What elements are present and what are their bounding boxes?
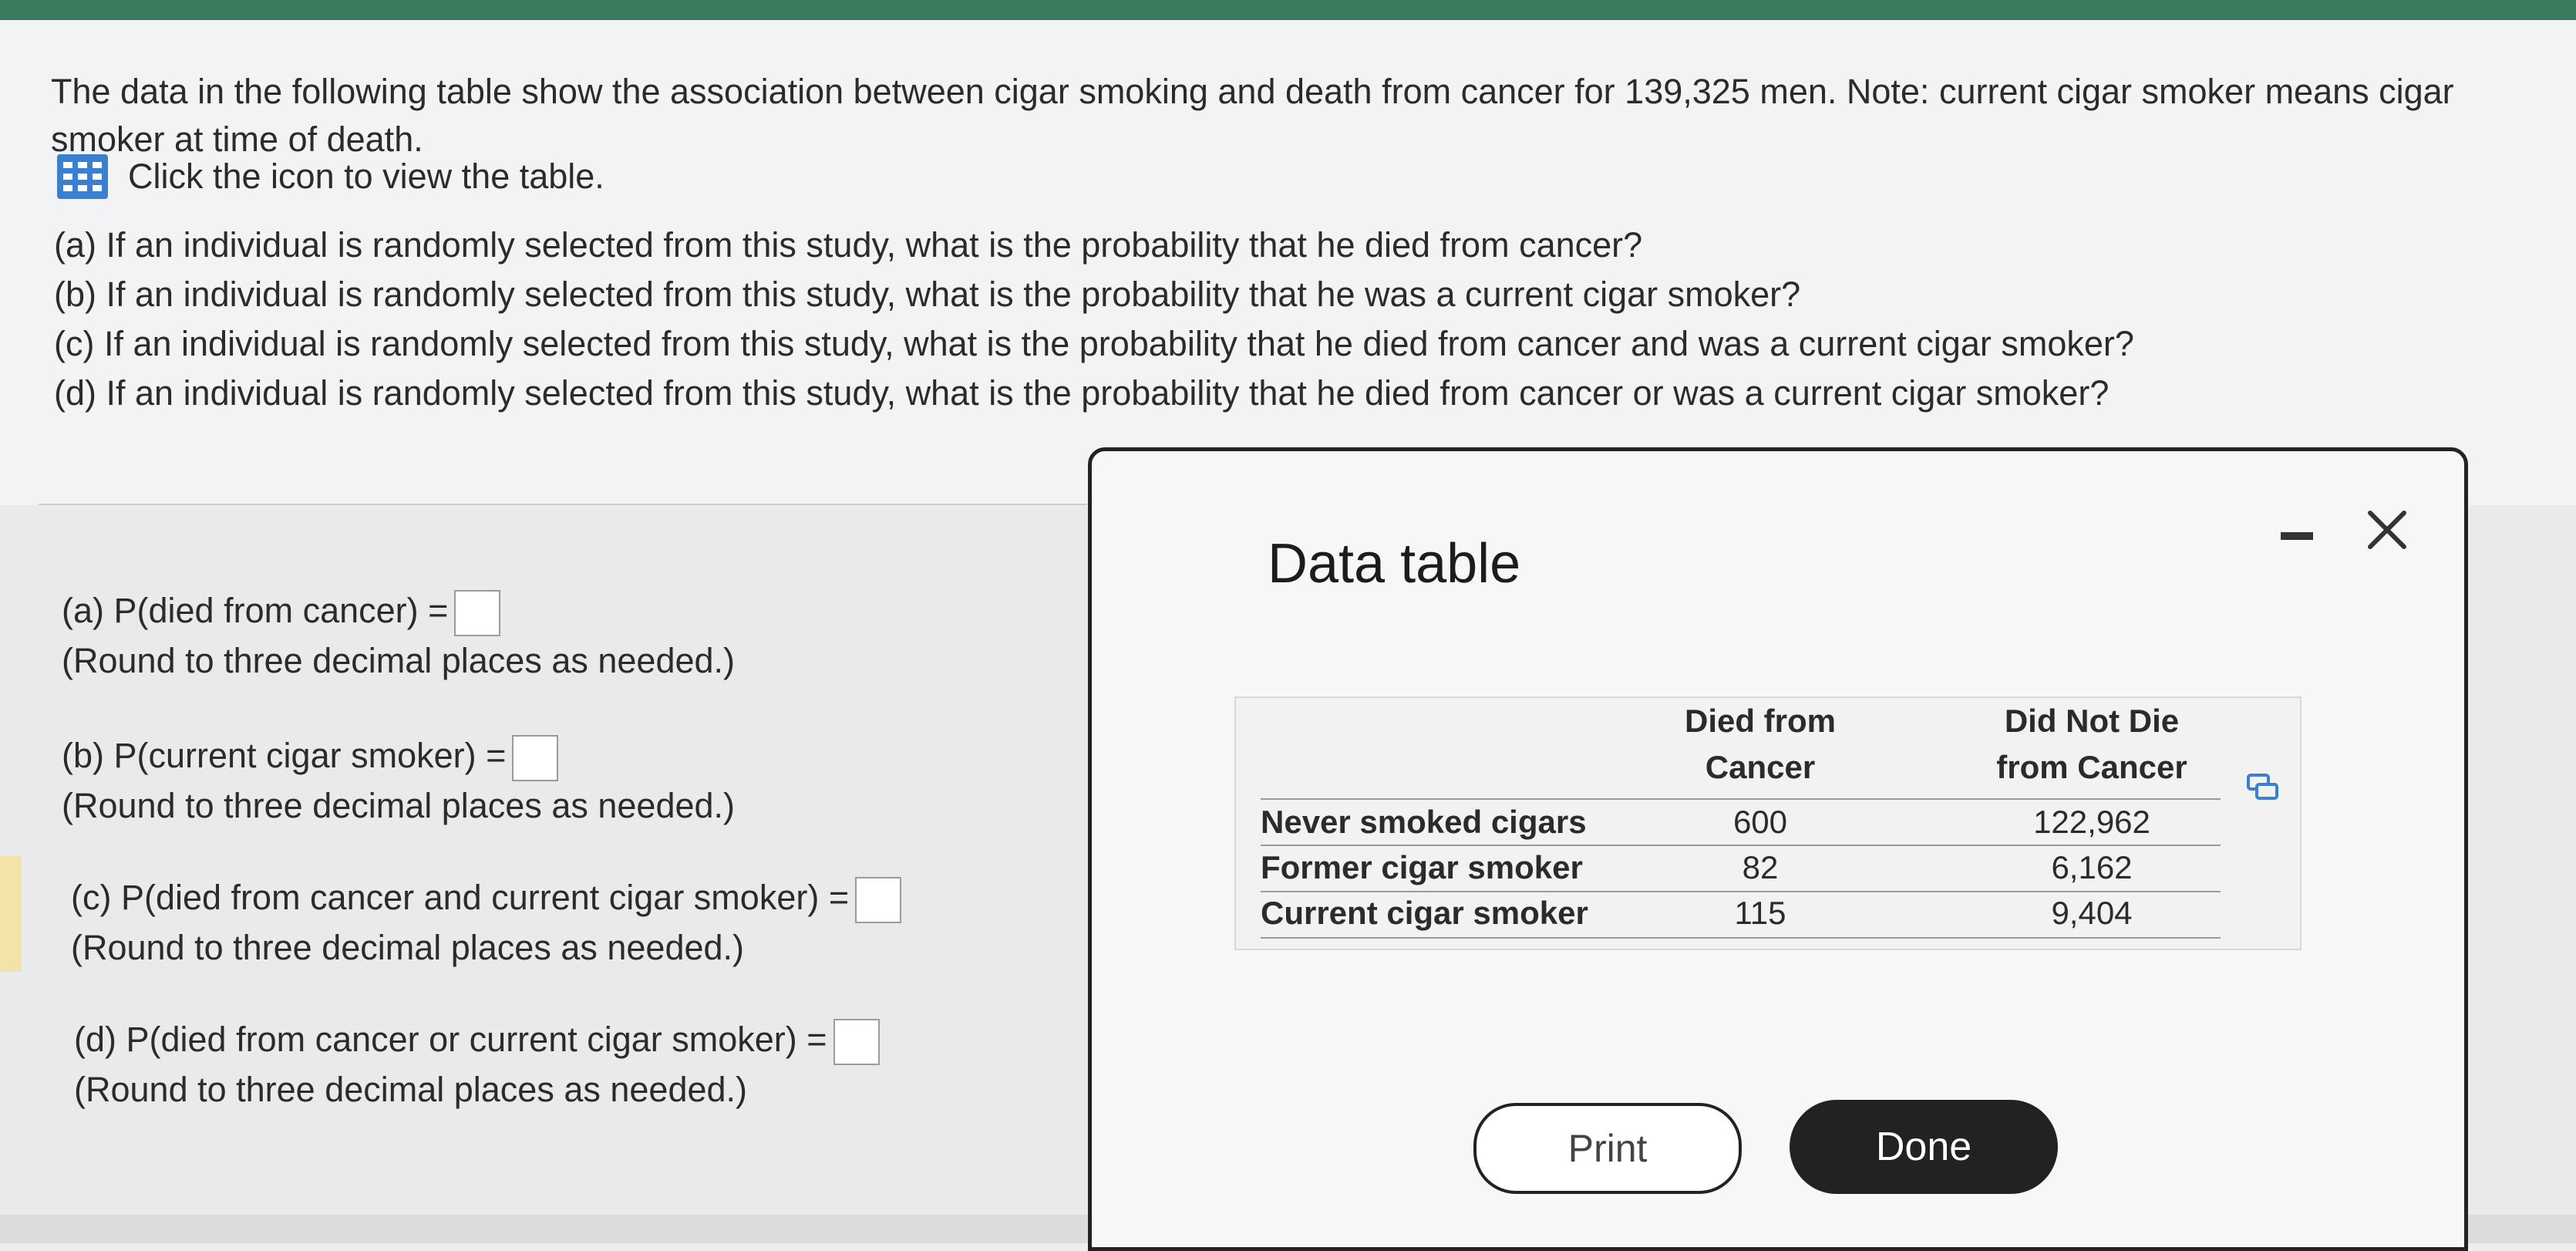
answer-d-label: (d) P(died from cancer or current cigar … (74, 1020, 827, 1059)
answer-b: (b) P(current cigar smoker) = (Round to … (62, 731, 735, 831)
answer-d-input[interactable] (833, 1019, 880, 1066)
table-bottom-rule (1261, 937, 2221, 939)
side-tab[interactable] (0, 856, 22, 972)
top-accent-bar (0, 0, 2576, 20)
question-part-b: (b) If an individual is randomly selecte… (54, 275, 1801, 314)
data-table-dialog: Data table Died from Cancer Did Not Die … (1088, 447, 2468, 1251)
answer-b-input[interactable] (512, 735, 559, 782)
question-part-d: (d) If an individual is randomly selecte… (54, 373, 2110, 413)
answer-d-hint: (Round to three decimal places as needed… (74, 1070, 748, 1110)
dialog-title: Data table (1268, 533, 1521, 595)
answer-c: (c) P(died from cancer and current cigar… (71, 873, 902, 973)
question-intro: The data in the following table show the… (51, 72, 2454, 159)
table-grid-icon[interactable] (57, 154, 108, 199)
answer-b-hint: (Round to three decimal places as needed… (62, 786, 736, 826)
close-icon[interactable] (2364, 507, 2410, 553)
data-table: Died from Cancer Did Not Die from Cancer… (1234, 696, 2302, 950)
pane-divider (39, 504, 1087, 505)
table-link-label: Click the icon to view the table. (128, 157, 604, 196)
done-button[interactable]: Done (1790, 1100, 2058, 1194)
answer-c-input[interactable] (855, 877, 902, 924)
question-parts: (a) If an individual is randomly selecte… (54, 221, 2134, 418)
minimize-icon[interactable] (2281, 532, 2313, 540)
column-header-not-died: Did Not Die from Cancer (1996, 703, 2187, 785)
copy-icon[interactable] (2246, 772, 2280, 803)
column-header-died: Died from Cancer (1684, 703, 1836, 785)
answer-d: (d) P(died from cancer or current cigar … (74, 1015, 880, 1114)
question-part-a: (a) If an individual is randomly selecte… (54, 225, 1643, 265)
answer-a-hint: (Round to three decimal places as needed… (62, 641, 736, 681)
answer-c-label: (c) P(died from cancer and current cigar… (71, 878, 850, 917)
table-link-row: Click the icon to view the table. (57, 153, 604, 201)
question-part-c: (c) If an individual is randomly selecte… (54, 324, 2134, 363)
answer-c-hint: (Round to three decimal places as needed… (71, 928, 745, 968)
answer-a: (a) P(died from cancer) = (Round to thre… (62, 586, 735, 686)
answer-b-label: (b) P(current cigar smoker) = (62, 736, 507, 775)
answer-a-label: (a) P(died from cancer) = (62, 591, 449, 630)
answer-a-input[interactable] (454, 590, 501, 637)
print-button[interactable]: Print (1473, 1103, 1742, 1194)
